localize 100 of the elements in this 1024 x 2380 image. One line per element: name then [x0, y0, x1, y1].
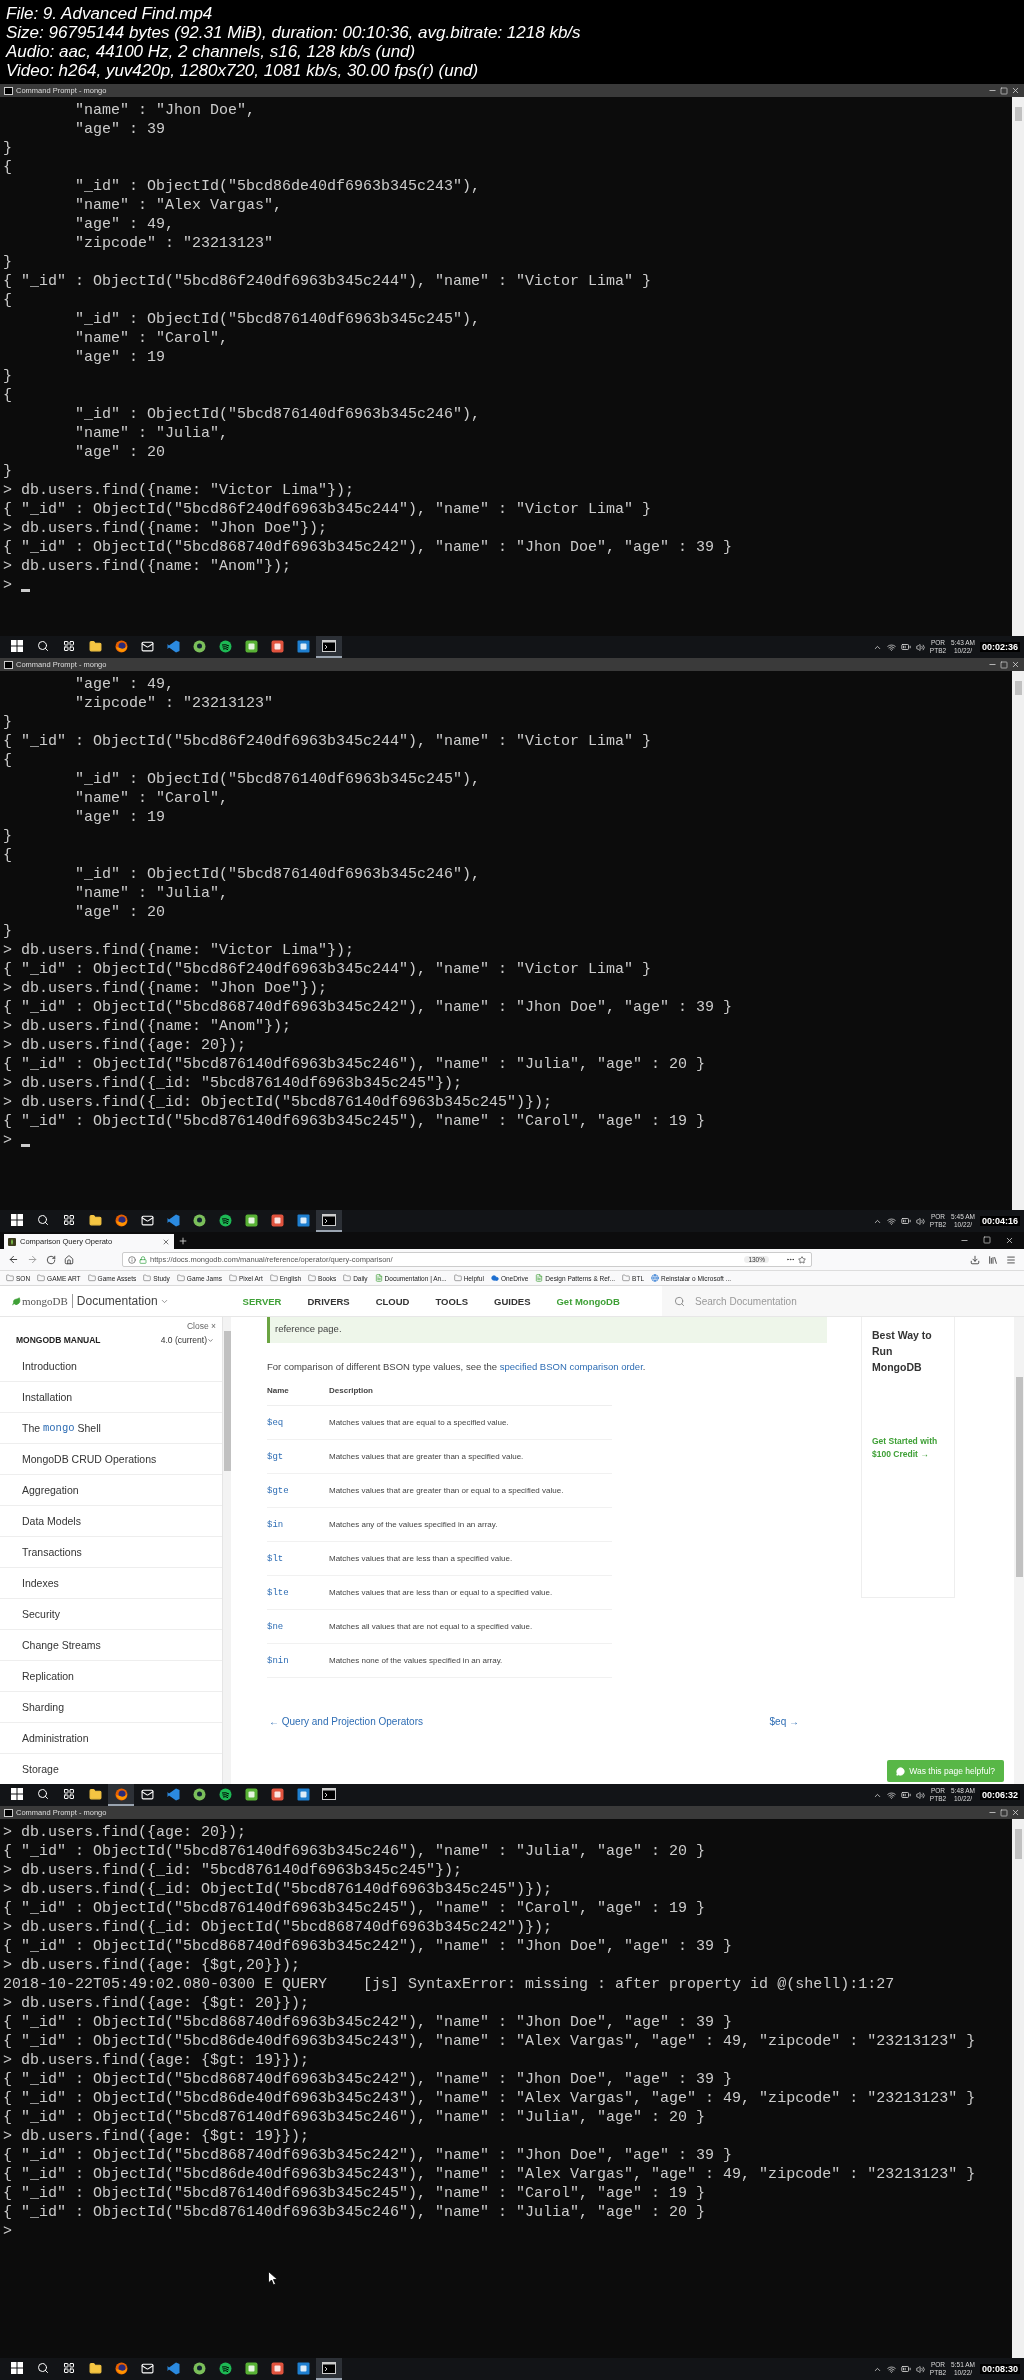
mail-icon[interactable]	[140, 2361, 154, 2375]
app-icon[interactable]	[244, 639, 258, 653]
network-icon[interactable]	[886, 642, 896, 652]
folder-icon[interactable]	[88, 1213, 102, 1227]
folder-icon[interactable]	[88, 2361, 102, 2375]
scrollbar[interactable]	[1012, 671, 1024, 1210]
mail-icon[interactable]	[140, 1787, 154, 1801]
close-icon[interactable]	[1011, 660, 1020, 669]
sidebar-item[interactable]: Sharding	[0, 1692, 222, 1723]
code-editor-icon[interactable]	[166, 1787, 180, 1801]
scrollbar[interactable]	[1014, 1317, 1024, 1784]
app-icon[interactable]	[192, 1213, 206, 1227]
bookmark-star-icon[interactable]	[798, 1255, 806, 1264]
scrollbar[interactable]	[1012, 1819, 1024, 2358]
folder-icon[interactable]	[88, 1787, 102, 1801]
app-icon[interactable]	[192, 1787, 206, 1801]
close-sidebar-link[interactable]: Close ×	[186, 1321, 216, 1331]
sidebar-item[interactable]: The mongo Shell	[0, 1413, 222, 1444]
app-icon[interactable]	[244, 1213, 258, 1227]
version-selector[interactable]: 4.0 (current)	[160, 1335, 214, 1345]
scrollbar[interactable]	[1012, 97, 1024, 636]
operator-link[interactable]: $lt	[267, 1542, 329, 1576]
close-icon[interactable]	[1005, 1236, 1014, 1245]
network-icon[interactable]	[886, 1216, 896, 1226]
start-icon[interactable]	[11, 1214, 23, 1226]
battery-icon[interactable]	[900, 1216, 911, 1226]
volume-icon[interactable]	[915, 1216, 925, 1226]
sidebar-item[interactable]: Data Models	[0, 1506, 222, 1537]
folder-icon[interactable]	[88, 639, 102, 653]
more-icon[interactable]	[786, 1255, 795, 1264]
terminal-icon[interactable]	[322, 640, 336, 652]
sidebar-item[interactable]: Transactions	[0, 1537, 222, 1568]
app-icon[interactable]	[244, 2361, 258, 2375]
sidebar-item[interactable]: Installation	[0, 1382, 222, 1413]
nav-link[interactable]: DRIVERS	[307, 1295, 350, 1307]
music-icon[interactable]	[218, 639, 232, 653]
network-icon[interactable]	[886, 1790, 896, 1800]
browser-icon[interactable]	[114, 1213, 128, 1227]
search-icon[interactable]	[37, 1214, 49, 1226]
network-icon[interactable]	[886, 2364, 896, 2374]
search-icon[interactable]	[37, 2362, 49, 2374]
app-icon[interactable]	[296, 2361, 310, 2375]
app-icon[interactable]	[270, 639, 284, 653]
app-icon[interactable]	[270, 2361, 284, 2375]
browser-icon[interactable]	[114, 2361, 128, 2375]
music-icon[interactable]	[218, 2361, 232, 2375]
battery-icon[interactable]	[900, 642, 911, 652]
music-icon[interactable]	[218, 1787, 232, 1801]
nav-link[interactable]: GUIDES	[494, 1295, 531, 1307]
nav-link[interactable]: CLOUD	[375, 1295, 410, 1307]
previous-page-link[interactable]: ← Query and Projection Operators	[269, 1716, 423, 1727]
task-view-icon[interactable]	[63, 1214, 75, 1226]
mail-icon[interactable]	[140, 1213, 154, 1227]
menu-icon[interactable]	[1006, 1254, 1016, 1265]
new-tab-icon[interactable]	[178, 1235, 188, 1246]
app-icon[interactable]	[192, 639, 206, 653]
comparison-order-link[interactable]: specified BSON comparison order	[499, 1361, 643, 1372]
home-icon[interactable]	[64, 1254, 74, 1265]
close-icon[interactable]	[1011, 86, 1020, 95]
download-icon[interactable]	[970, 1254, 980, 1265]
sidebar-item[interactable]: Replication	[0, 1661, 222, 1692]
code-editor-icon[interactable]	[166, 1213, 180, 1227]
browser-icon[interactable]	[114, 1787, 128, 1801]
sidebar-item[interactable]: Indexes	[0, 1568, 222, 1599]
mail-icon[interactable]	[140, 639, 154, 653]
library-icon[interactable]	[988, 1254, 998, 1265]
music-icon[interactable]	[218, 1213, 232, 1227]
operator-link[interactable]: $eq	[267, 1406, 329, 1440]
back-icon[interactable]	[8, 1254, 19, 1265]
scrollbar[interactable]	[223, 1317, 231, 1784]
sidebar-item[interactable]: Change Streams	[0, 1630, 222, 1661]
start-icon[interactable]	[11, 640, 23, 652]
task-view-icon[interactable]	[63, 2362, 75, 2374]
docs-menu[interactable]: Documentation	[76, 1294, 169, 1308]
battery-icon[interactable]	[900, 2364, 911, 2374]
close-icon[interactable]	[1011, 1808, 1020, 1817]
app-icon[interactable]	[270, 1213, 284, 1227]
code-editor-icon[interactable]	[166, 639, 180, 653]
operator-link[interactable]: $gt	[267, 1440, 329, 1474]
next-page-link[interactable]: $eq →	[769, 1716, 799, 1727]
volume-icon[interactable]	[915, 2364, 925, 2374]
maximize-icon[interactable]	[1000, 660, 1008, 669]
volume-icon[interactable]	[915, 642, 925, 652]
search-icon[interactable]	[37, 1788, 49, 1800]
battery-icon[interactable]	[900, 1790, 911, 1800]
app-icon[interactable]	[270, 1787, 284, 1801]
operator-link[interactable]: $ne	[267, 1610, 329, 1644]
terminal-icon[interactable]	[322, 1214, 336, 1226]
sidebar-item[interactable]: Administration	[0, 1723, 222, 1754]
sidebar-item[interactable]: Introduction	[0, 1351, 222, 1382]
terminal-icon[interactable]	[322, 2362, 336, 2374]
operator-link[interactable]: $nin	[267, 1644, 329, 1678]
browser-icon[interactable]	[114, 639, 128, 653]
terminal-icon[interactable]	[322, 1788, 336, 1800]
app-icon[interactable]	[244, 1787, 258, 1801]
search-field[interactable]: Search Documentation	[662, 1286, 1024, 1316]
maximize-icon[interactable]	[1000, 86, 1008, 95]
app-icon[interactable]	[296, 639, 310, 653]
volume-icon[interactable]	[915, 1790, 925, 1800]
sidebar-item[interactable]: Aggregation	[0, 1475, 222, 1506]
